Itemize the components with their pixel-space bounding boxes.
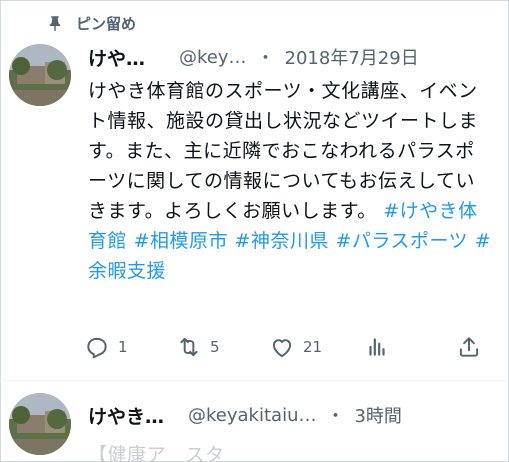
share-icon [456, 334, 482, 360]
user-handle[interactable]: @key… [179, 47, 247, 68]
display-name[interactable]: けや… [88, 44, 145, 71]
avatar[interactable] [9, 44, 71, 106]
reply-count: 1 [118, 338, 128, 356]
tweet-body-preview: 【健康ア スタ [88, 444, 225, 462]
separator-dot: ・ [326, 406, 345, 427]
separator-dot: ・ [256, 48, 275, 69]
share-button[interactable] [456, 334, 482, 360]
heart-icon [269, 334, 295, 360]
reply-icon [84, 334, 110, 360]
pin-icon [46, 14, 64, 32]
tweet-header: けやき… @keyakitaiu… ・ 3時間 [88, 402, 402, 428]
timestamp[interactable]: 2018年7月29日 [285, 44, 419, 70]
pinned-label: ピン留め [76, 14, 137, 33]
hashtag-link[interactable]: #神奈川県 [235, 230, 329, 252]
like-button[interactable]: 21 [269, 334, 322, 360]
like-count: 21 [303, 338, 323, 356]
hashtag-link[interactable]: #パラスポーツ [336, 230, 469, 252]
avatar[interactable] [9, 393, 71, 455]
tweet-header: けや… @key… ・ 2018年7月29日 [88, 44, 419, 70]
bar-chart-icon [364, 334, 390, 360]
display-name[interactable]: けやき… [88, 402, 164, 429]
views-button[interactable] [364, 334, 390, 360]
user-handle[interactable]: @keyakitaiu… [188, 405, 316, 426]
pinned-indicator: ピン留め [46, 11, 136, 35]
hashtag-link[interactable]: #相模原市 [134, 230, 228, 252]
tweet-divider [0, 380, 509, 381]
timestamp[interactable]: 3時間 [354, 402, 401, 428]
reply-button[interactable]: 1 [84, 334, 128, 360]
tweet-body: けやき体育館のスポーツ・文化講座、イベント情報、施設の貸出し状況などツイートしま… [88, 76, 493, 286]
retweet-button[interactable]: 5 [176, 334, 220, 360]
tweet-actions: 1 5 21 [0, 334, 509, 364]
retweet-icon [176, 334, 202, 360]
retweet-count: 5 [210, 338, 220, 356]
